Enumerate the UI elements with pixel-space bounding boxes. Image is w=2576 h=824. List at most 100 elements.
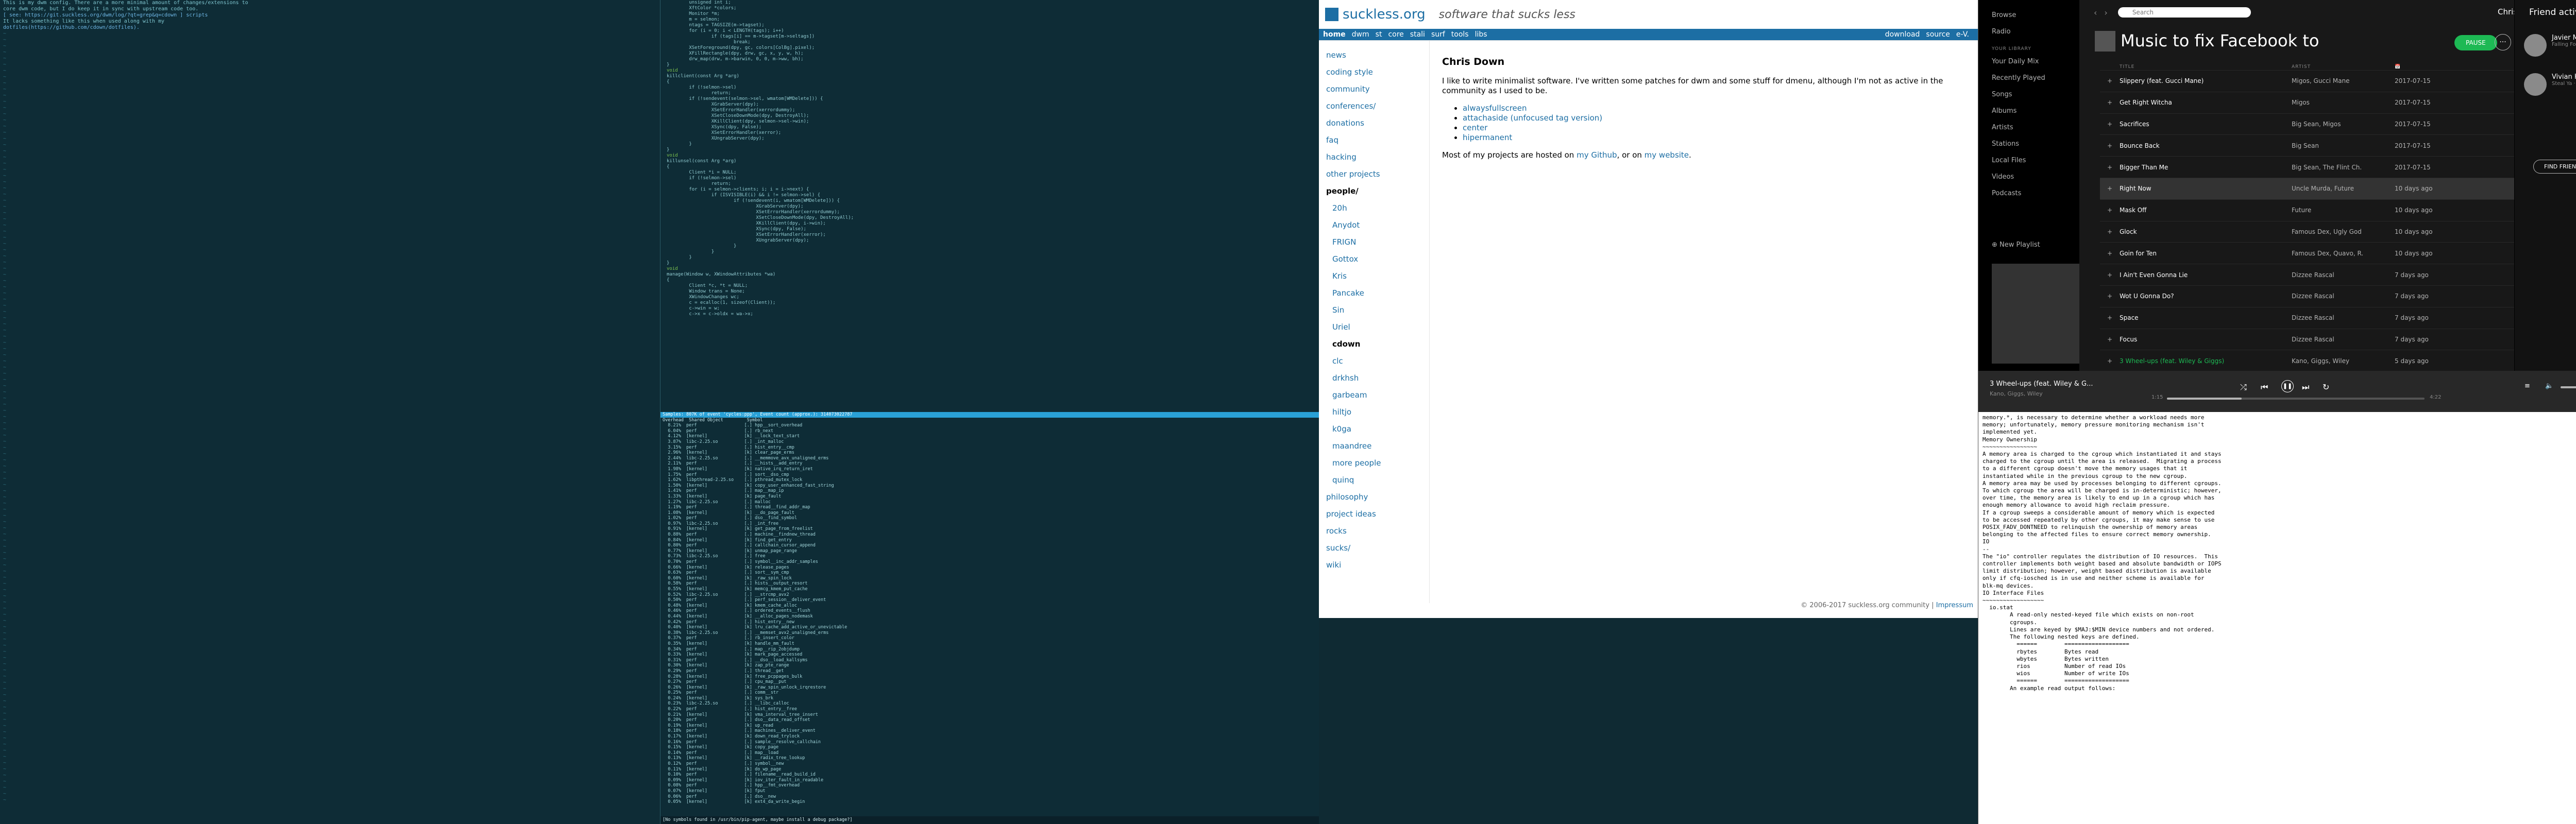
perf-row[interactable]: 0.88% perf [.] machine__findnew_thread	[660, 532, 1319, 538]
add-track-icon[interactable]: +	[2100, 185, 2120, 192]
track-row[interactable]: + Right Now Uncle Murda, Future 10 days ago	[2100, 178, 2522, 200]
nav-link-20h[interactable]: 20h	[1326, 200, 1429, 217]
add-track-icon[interactable]: +	[2100, 336, 2120, 343]
add-track-icon[interactable]: +	[2100, 271, 2120, 279]
perf-row[interactable]: 2.44% libc-2.25.so [.] __memmove_avx_una…	[660, 456, 1319, 461]
library-item-videos[interactable]: Videos	[1978, 169, 2079, 185]
nav-link-other-projects[interactable]: other projects	[1326, 166, 1429, 183]
nav-link-pancake[interactable]: Pancake	[1326, 285, 1429, 302]
perf-row[interactable]: 0.97% libc-2.25.so [.] _int_free	[660, 521, 1319, 527]
track-row[interactable]: + Slippery (feat. Gucci Mane) Migos, Gucci…	[2100, 71, 2522, 92]
nav-link-maandree[interactable]: maandree	[1326, 438, 1429, 455]
perf-row[interactable]: 0.55% [kernel] [k] memcg_kmem_put_cache	[660, 587, 1319, 592]
friend-name[interactable]: Vivian Huang	[2552, 73, 2576, 81]
more-options-button[interactable]: ···	[2495, 34, 2511, 50]
progress-bar[interactable]	[2167, 398, 2425, 400]
perf-row[interactable]: 1.41% perf [.] map__map_ip	[660, 488, 1319, 494]
perf-row[interactable]: 8.21% perf [.] hpp__sort_overhead	[660, 423, 1319, 428]
perf-row[interactable]: 0.28% [kernel] [k] free_pcppages_bulk	[660, 674, 1319, 680]
menu-link-download[interactable]: download	[1885, 30, 1920, 39]
track-row[interactable]: + Glock Famous Dex, Ugly God 10 days ago	[2100, 221, 2522, 243]
add-track-icon[interactable]: +	[2100, 250, 2120, 257]
nav-link-community[interactable]: community	[1326, 81, 1429, 98]
track-artist[interactable]: Dizzee Rascal	[2292, 336, 2395, 343]
perf-row[interactable]: 0.35% [kernel] [k] handle_mm_fault	[660, 641, 1319, 647]
nav-link-news[interactable]: news	[1326, 47, 1429, 64]
perf-row[interactable]: 1.02% perf [.] dso__find_symbol	[660, 516, 1319, 521]
patch-link[interactable]: attachaside (unfocused tag version)	[1463, 113, 1602, 123]
volume-icon[interactable]: 🔈	[2545, 382, 2553, 390]
track-artist[interactable]: Famous Dex, Quavo, R.	[2292, 250, 2395, 257]
track-row[interactable]: + Bigger Than Me Big Sean, The Flint Ch. 20…	[2100, 157, 2522, 178]
perf-row[interactable]: 0.70% perf [.] symbol__inc_addr_samples	[660, 559, 1319, 565]
nav-link-rocks[interactable]: rocks	[1326, 523, 1429, 540]
header-title[interactable]: TITLE	[2120, 64, 2292, 70]
track-row[interactable]: + Focus Dizzee Rascal 7 days ago	[2100, 329, 2522, 351]
perf-row[interactable]: 0.31% perf [.] __dso__load_kallsyms	[660, 658, 1319, 663]
track-artist[interactable]: Migos, Gucci Mane	[2292, 77, 2395, 84]
nav-link-gottox[interactable]: Gottox	[1326, 251, 1429, 268]
track-row[interactable]: + Get Right Witcha Migos 2017-07-15	[2100, 92, 2522, 114]
perf-row[interactable]: 0.05% [kernel] [k] ext4_da_write_begin	[660, 799, 1319, 805]
perf-row[interactable]: 0.34% perf [.] map__rip_2objdump	[660, 647, 1319, 653]
perf-row[interactable]: 0.60% [kernel] [k] _raw_spin_lock	[660, 576, 1319, 581]
sidebar-item-browse[interactable]: Browse	[1978, 7, 2079, 24]
track-artist[interactable]: Big Sean, Migos	[2292, 121, 2395, 128]
track-row[interactable]: + I Ain't Even Gonna Lie Dizzee Rascal 7 da…	[2100, 264, 2522, 286]
perf-row[interactable]: 1.98% [kernel] [k] native_irq_return_ire…	[660, 467, 1319, 472]
perf-row[interactable]: 0.66% [kernel] [k] release_pages	[660, 565, 1319, 571]
track-artist[interactable]: Dizzee Rascal	[2292, 271, 2395, 279]
nav-link-frign[interactable]: FRIGN	[1326, 234, 1429, 251]
perf-row[interactable]: 0.44% [kernel] [k] __alloc_pages_nodemas…	[660, 614, 1319, 620]
perf-row[interactable]: 0.19% [kernel] [k] up_read	[660, 723, 1319, 729]
impressum-link[interactable]: Impressum	[1936, 602, 1973, 609]
perf-row[interactable]: 0.13% [kernel] [k] __radix_tree_lookup	[660, 756, 1319, 761]
track-row[interactable]: +3 Wheel-ups (feat. Wiley & Giggs) Kano, …	[2100, 350, 2522, 372]
nav-link-k0ga[interactable]: k0ga	[1326, 421, 1429, 438]
add-track-icon[interactable]: +	[2100, 142, 2120, 149]
perf-row[interactable]: 0.63% perf [.] sort__sym_cmp	[660, 570, 1319, 576]
perf-row[interactable]: 0.06% perf [.] dso__new	[660, 794, 1319, 800]
perf-row[interactable]: 2.96% [kernel] [k] clear_page_erms	[660, 450, 1319, 456]
perf-row[interactable]: 0.07% [kernel] [k] fput	[660, 788, 1319, 794]
track-artist[interactable]: Dizzee Rascal	[2292, 293, 2395, 300]
perf-row[interactable]: 0.26% [kernel] [k] _raw_spin_unlock_irqr…	[660, 685, 1319, 691]
perf-row[interactable]: 0.18% perf [.] machines__deliver_event	[660, 728, 1319, 734]
perf-row[interactable]: 0.80% perf [.] callchain_cursor_append	[660, 543, 1319, 548]
menu-link-dwm[interactable]: dwm	[1352, 30, 1369, 39]
pause-icon[interactable]: ❚❚	[2281, 380, 2294, 392]
track-artist[interactable]: Big Sean	[2292, 142, 2395, 149]
track-artist[interactable]: Big Sean, The Flint Ch.	[2292, 164, 2395, 171]
perf-row[interactable]: 0.25% perf [.] comm__str	[660, 690, 1319, 696]
track-row[interactable]: + Mask Off Future 10 days ago	[2100, 200, 2522, 221]
perf-row[interactable]: 1.08% [kernel] [k] __do_page_fault	[660, 510, 1319, 516]
friend-item[interactable]: Vivian HuangSteal Ya · The Hamilton Mix.…	[2524, 73, 2576, 96]
perf-row[interactable]: 0.15% [kernel] [k] copy_page	[660, 745, 1319, 750]
perf-row[interactable]: 0.17% [kernel] [k] down_read_trylock	[660, 734, 1319, 740]
patch-link[interactable]: center	[1463, 123, 1487, 132]
add-track-icon[interactable]: +	[2100, 164, 2120, 171]
perf-row[interactable]: 0.58% perf [.] hists__output_resort	[660, 581, 1319, 587]
library-item-albums[interactable]: Albums	[1978, 103, 2079, 119]
perf-row[interactable]: 1.75% perf [.] sort__dso_cmp	[660, 472, 1319, 478]
perf-row[interactable]: 0.40% [kernel] [k] lru_cache_add_active_…	[660, 625, 1319, 630]
perf-row[interactable]: 1.33% [kernel] [k] page_fault	[660, 494, 1319, 500]
nav-link-philosophy[interactable]: philosophy	[1326, 489, 1429, 506]
nav-link-project-ideas[interactable]: project ideas	[1326, 506, 1429, 523]
perf-row[interactable]: 6.04% perf [.] rb_next	[660, 428, 1319, 434]
track-artist[interactable]: Dizzee Rascal	[2292, 314, 2395, 321]
new-playlist-button[interactable]: ⊕ New Playlist	[1992, 241, 2040, 249]
library-item-recently-played[interactable]: Recently Played	[1978, 70, 2079, 87]
perf-row[interactable]: 0.29% perf [.] thread__get	[660, 668, 1319, 674]
perf-row[interactable]: 0.42% perf [.] hist_entry__new	[660, 620, 1319, 625]
menu-link-stali[interactable]: stali	[1410, 30, 1425, 39]
next-icon[interactable]: ⏭	[2302, 382, 2309, 392]
menu-link-surf[interactable]: surf	[1431, 30, 1445, 39]
add-track-icon[interactable]: +	[2100, 121, 2120, 128]
perf-row[interactable]: 0.23% libc-2.25.so [.] __libc_calloc	[660, 701, 1319, 707]
shuffle-icon[interactable]: ⤮	[2240, 382, 2247, 392]
nav-link-wiki[interactable]: wiki	[1326, 557, 1429, 574]
volume-slider[interactable]	[2561, 386, 2576, 388]
perf-row[interactable]: 0.27% perf [.] cpu_map__put	[660, 679, 1319, 685]
perf-rows[interactable]: 8.21% perf [.] hpp__sort_overhead 6.04% …	[660, 423, 1319, 805]
